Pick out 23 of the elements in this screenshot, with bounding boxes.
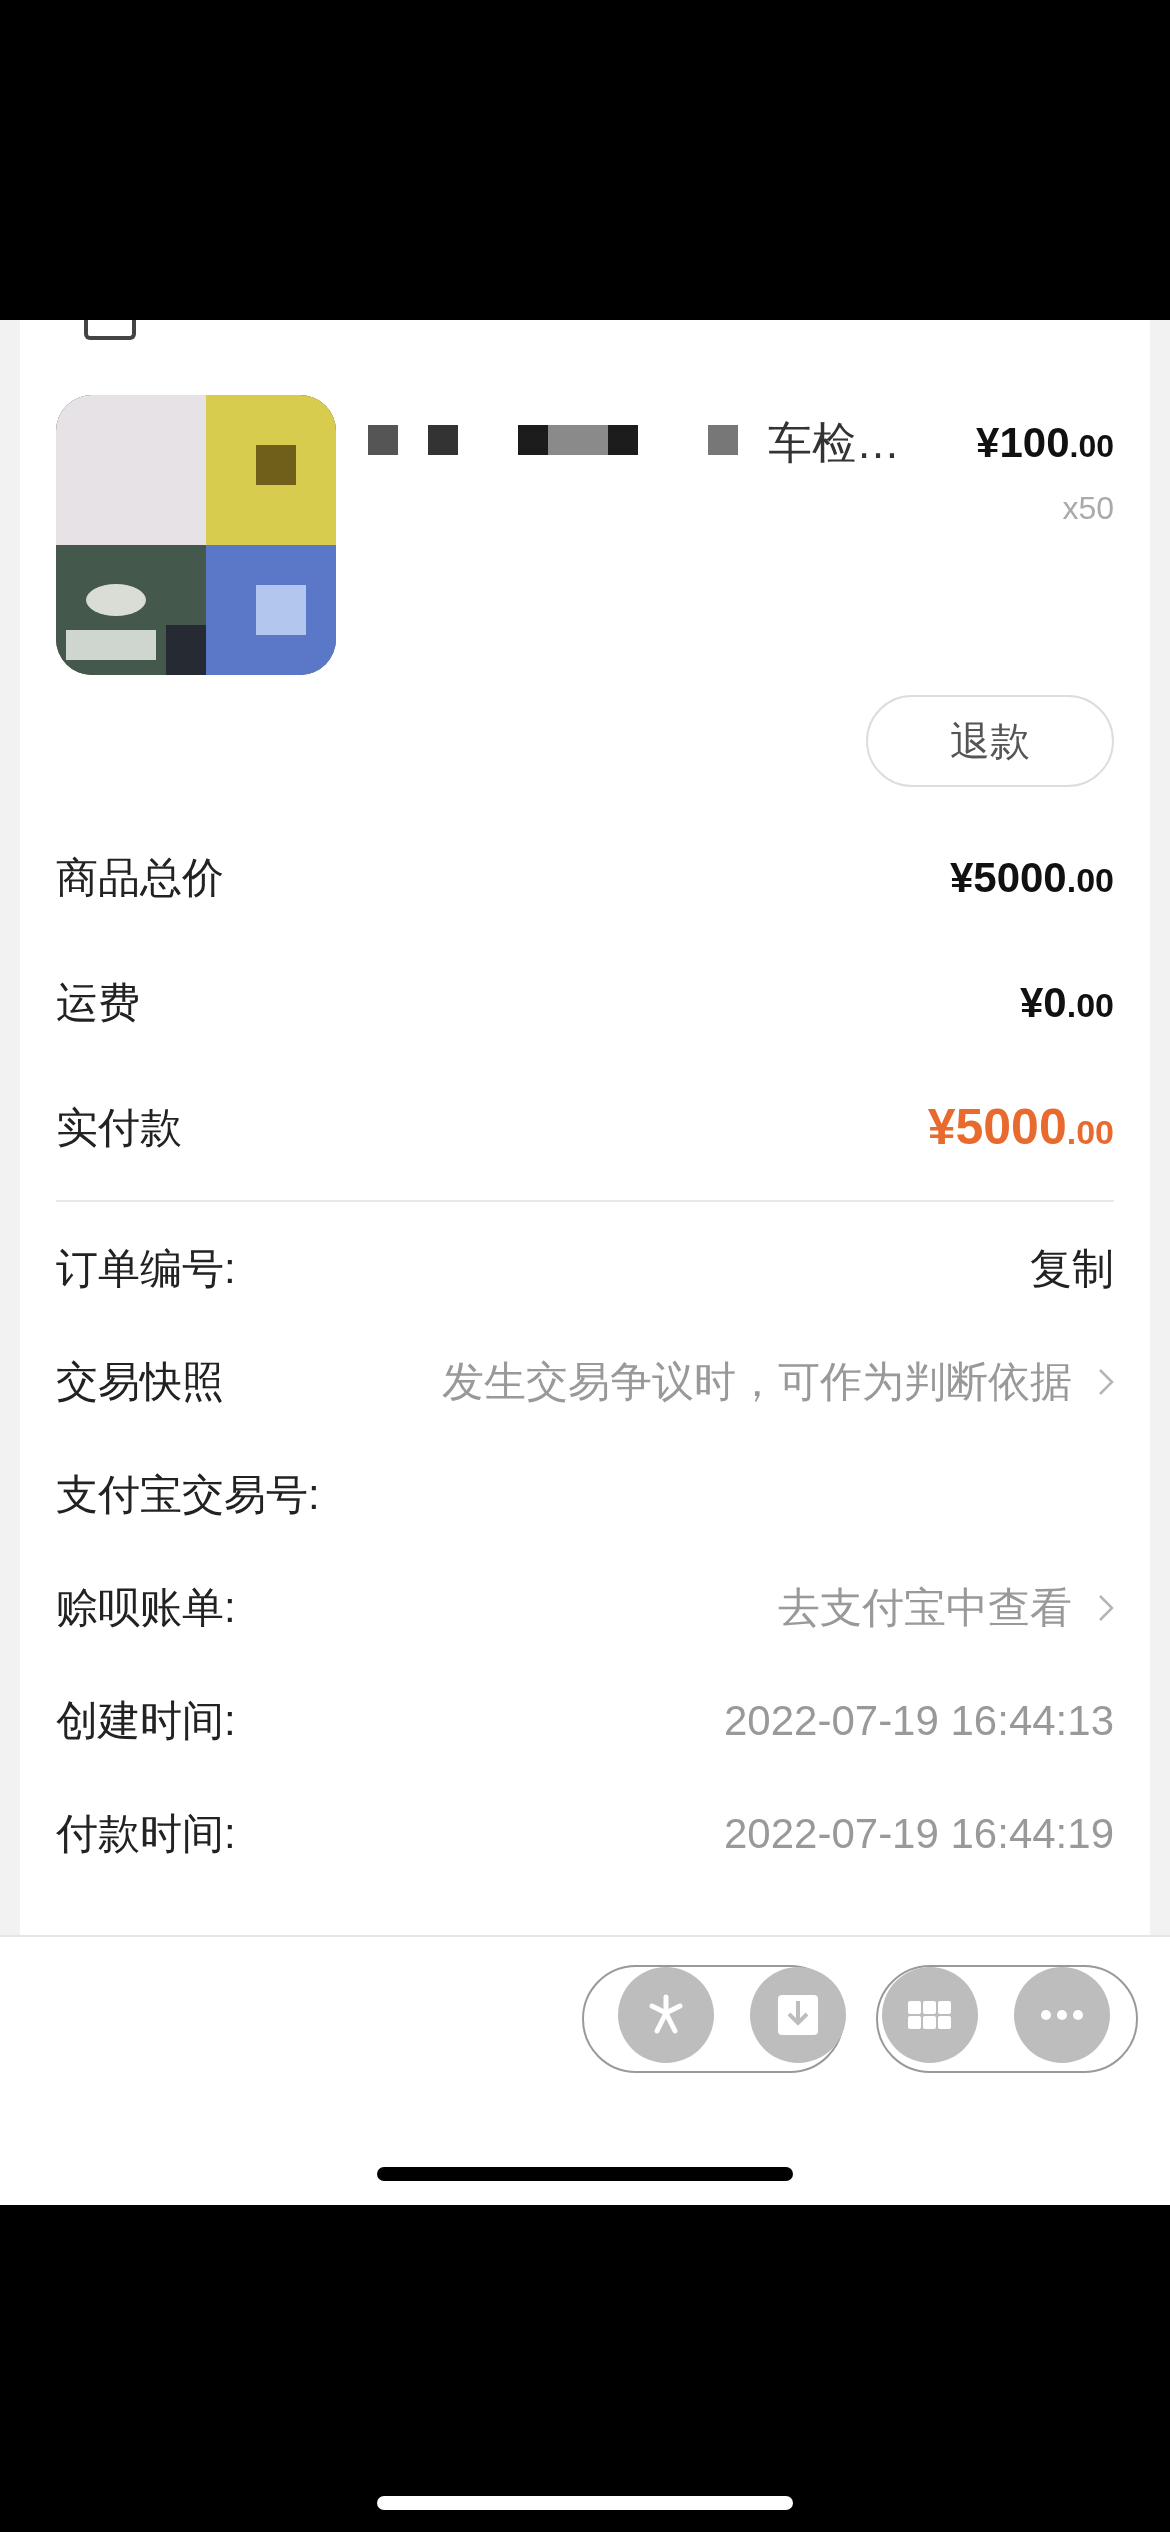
detail-value: 2022-07-19 16:44:19 — [724, 1809, 1114, 1859]
checkbox-icon — [84, 320, 136, 340]
detail-label: 付款时间: — [56, 1809, 236, 1859]
detail-label: 交易快照 — [56, 1357, 224, 1407]
product-price: ¥100.00 — [976, 418, 1114, 468]
summary-label: 运费 — [56, 978, 140, 1028]
summary-amount: ¥5000.00 — [927, 1098, 1114, 1157]
detail-value: 2022-07-19 16:44:13 — [724, 1696, 1114, 1746]
floating-menu[interactable] — [618, 1967, 1110, 2063]
detail-label: 订单编号: — [56, 1244, 236, 1294]
copy-button[interactable]: 复制 — [1030, 1237, 1114, 1300]
chevron-right-icon — [1098, 1367, 1114, 1396]
chevron-right-icon — [1098, 1593, 1114, 1622]
product-title: 车检… — [768, 417, 900, 469]
product-quantity: x50 — [1062, 489, 1114, 528]
summary-label: 商品总价 — [56, 853, 224, 903]
summary-amount: ¥0.00 — [1020, 978, 1114, 1028]
summary-label: 实付款 — [56, 1103, 182, 1153]
summary-amount: ¥5000.00 — [949, 853, 1114, 903]
detail-label: 支付宝交易号: — [56, 1470, 320, 1520]
detail-label: 赊呗账单: — [56, 1583, 236, 1633]
refund-button[interactable]: 退款 — [866, 695, 1114, 787]
detail-label: 创建时间: — [56, 1696, 236, 1746]
